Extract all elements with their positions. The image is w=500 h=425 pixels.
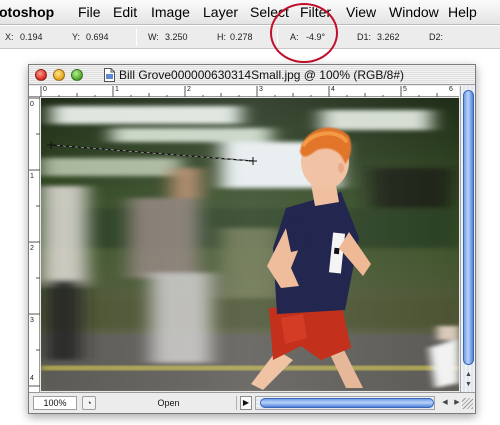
h-label: H:	[217, 32, 226, 42]
menu-edit[interactable]: Edit	[113, 4, 137, 20]
zoom-button-icon[interactable]	[71, 69, 83, 81]
status-info-text: Open	[101, 396, 237, 410]
w-value: 3.250	[165, 32, 188, 42]
status-menu-arrow[interactable]: ▶	[240, 396, 252, 410]
scroll-up-arrow-icon[interactable]: ▲	[463, 370, 474, 380]
ruler-top-label: 2	[187, 86, 191, 93]
ruler-left-label: 1	[30, 173, 34, 180]
ruler-left-label: 3	[30, 317, 34, 324]
ruler-top-label: 4	[331, 86, 335, 93]
close-button-icon[interactable]	[35, 69, 47, 81]
x-label: X:	[5, 32, 14, 42]
menu-view[interactable]: View	[346, 4, 376, 20]
y-value: 0.694	[86, 32, 109, 42]
scroll-down-arrow-icon[interactable]: ▼	[463, 380, 474, 390]
menu-bar: otoshop File Edit Image Layer Select Fil…	[0, 0, 500, 25]
image-canvas[interactable]	[41, 98, 459, 391]
document-icon	[104, 68, 115, 82]
measure-info-bar: X: 0.194 Y: 0.694 W: 3.250 H: 0.278 A: -…	[0, 26, 500, 49]
menu-app-name[interactable]: otoshop	[0, 4, 54, 20]
runner-photo	[41, 98, 459, 391]
resize-grip-icon[interactable]	[462, 398, 473, 409]
status-bar: 100% ◔ Open ▶ ◀ ▶	[29, 392, 475, 413]
ruler-top-label: 0	[43, 86, 47, 93]
minimize-button-icon[interactable]	[53, 69, 65, 81]
menu-layer[interactable]: Layer	[203, 4, 238, 20]
d1-label: D1:	[357, 32, 372, 42]
highlight-circle	[270, 3, 338, 63]
ruler-top-ticks	[40, 86, 438, 97]
y-label: Y:	[72, 32, 81, 42]
document-title: Bill Grove000000630314Small.jpg @ 100% (…	[119, 68, 405, 82]
h-value: 0.278	[230, 32, 253, 42]
ruler-left-label: 2	[30, 245, 34, 252]
status-preview-icon[interactable]: ◔	[82, 396, 96, 410]
ruler-left[interactable]: 0 1 2 3 4	[29, 97, 40, 392]
ruler-left-label: 0	[30, 101, 34, 108]
scroll-left-arrow-icon[interactable]: ◀	[439, 396, 451, 410]
ruler-top-label: 5	[403, 86, 407, 93]
zoom-level-field[interactable]: 100%	[33, 396, 77, 410]
horizontal-scrollbar[interactable]	[255, 396, 435, 410]
d2-label: D2:	[429, 32, 444, 42]
ruler-top[interactable]: 0 1 2 3 4 5 6	[29, 86, 459, 97]
d1-value: 3.262	[377, 32, 400, 42]
x-value: 0.194	[20, 32, 43, 42]
window-titlebar[interactable]: Bill Grove000000630314Small.jpg @ 100% (…	[29, 65, 475, 85]
menu-image[interactable]: Image	[151, 4, 190, 20]
menu-file[interactable]: File	[78, 4, 101, 20]
vertical-scroll-thumb[interactable]	[463, 90, 474, 365]
w-label: W:	[148, 32, 159, 42]
ruler-top-label: 1	[115, 86, 119, 93]
ruler-top-label: 3	[259, 86, 263, 93]
ruler-top-label: 6	[449, 86, 453, 93]
vertical-scrollbar[interactable]: ▲ ▼	[460, 86, 475, 392]
menu-help[interactable]: Help	[448, 4, 477, 20]
ruler-left-label: 4	[30, 375, 34, 382]
horizontal-scroll-thumb[interactable]	[260, 398, 434, 408]
document-window: Bill Grove000000630314Small.jpg @ 100% (…	[28, 64, 476, 414]
separator	[136, 29, 137, 46]
menu-window[interactable]: Window	[389, 4, 439, 20]
